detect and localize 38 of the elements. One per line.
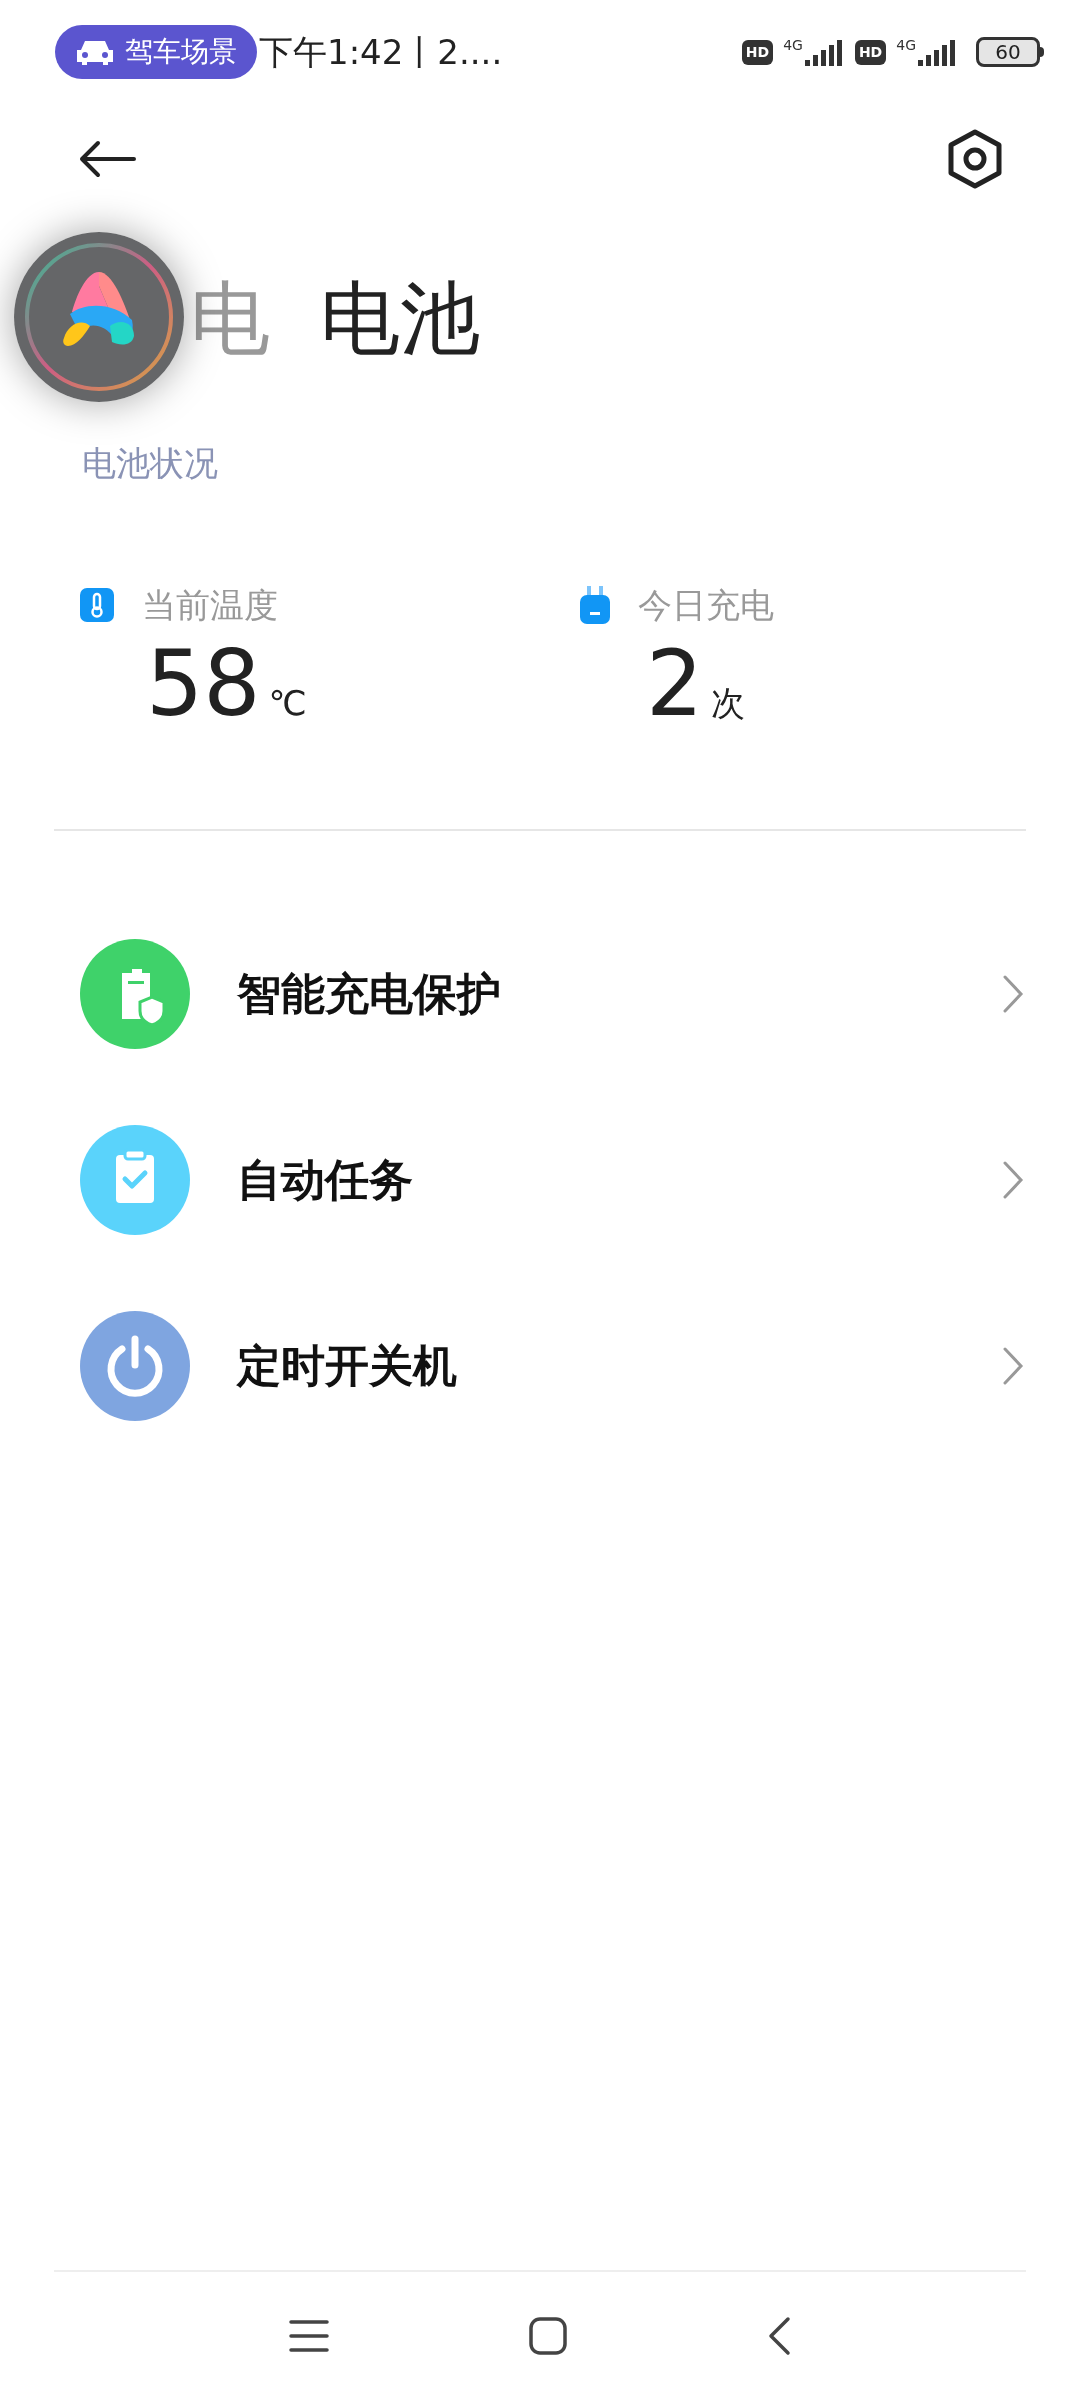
menu-item[interactable]: 自动任务 bbox=[0, 1087, 1080, 1273]
stat-label: 今日充电 bbox=[638, 583, 774, 627]
menu-item-label: 自动任务 bbox=[237, 1153, 414, 1207]
status-time: 下午1:42丨2.... bbox=[259, 30, 503, 74]
section-subtitle: 电池状况 bbox=[81, 442, 219, 485]
hd-badge: HD bbox=[854, 39, 887, 65]
menu-item-label: 智能充电保护 bbox=[237, 967, 502, 1021]
home-icon[interactable] bbox=[529, 2317, 567, 2355]
signal-icon bbox=[918, 38, 958, 66]
stat-value: 2 bbox=[646, 639, 704, 729]
stat-label: 当前温度 bbox=[142, 583, 278, 627]
chevron-icon bbox=[1002, 1346, 1024, 1386]
menu-item[interactable]: 智能充电保护 bbox=[0, 901, 1080, 1087]
scene-pill[interactable]: 驾车场景 bbox=[55, 25, 257, 79]
stat-unit: ℃ bbox=[268, 682, 307, 725]
back-icon[interactable] bbox=[767, 2316, 791, 2356]
settings-icon[interactable] bbox=[948, 129, 1002, 189]
back-arrow-icon[interactable] bbox=[78, 139, 136, 179]
menu-item-label: 定时开关机 bbox=[237, 1339, 458, 1393]
chevron-icon bbox=[1002, 974, 1024, 1014]
stat-value: 58 bbox=[146, 639, 261, 729]
scene-label: 驾车场景 bbox=[125, 34, 237, 70]
menu-icon[interactable] bbox=[289, 2319, 329, 2353]
network-type: 4G bbox=[896, 38, 916, 52]
menu-item-icon bbox=[80, 1311, 190, 1421]
network-type: 4G bbox=[783, 38, 803, 52]
thermometer-icon bbox=[80, 588, 114, 622]
hd-badge: HD bbox=[741, 39, 774, 65]
signal-icon bbox=[804, 38, 845, 66]
car-icon bbox=[75, 38, 115, 66]
assistant-logo-icon bbox=[24, 242, 174, 392]
menu-item-icon bbox=[80, 1125, 190, 1235]
chevron-icon bbox=[1002, 1160, 1024, 1200]
stat-unit: 次 bbox=[711, 682, 746, 725]
menu-item[interactable]: 定时开关机 bbox=[0, 1273, 1080, 1459]
plug-icon bbox=[580, 586, 610, 624]
menu-item-icon bbox=[80, 939, 190, 1049]
title-tab[interactable]: 电池 bbox=[320, 279, 480, 359]
